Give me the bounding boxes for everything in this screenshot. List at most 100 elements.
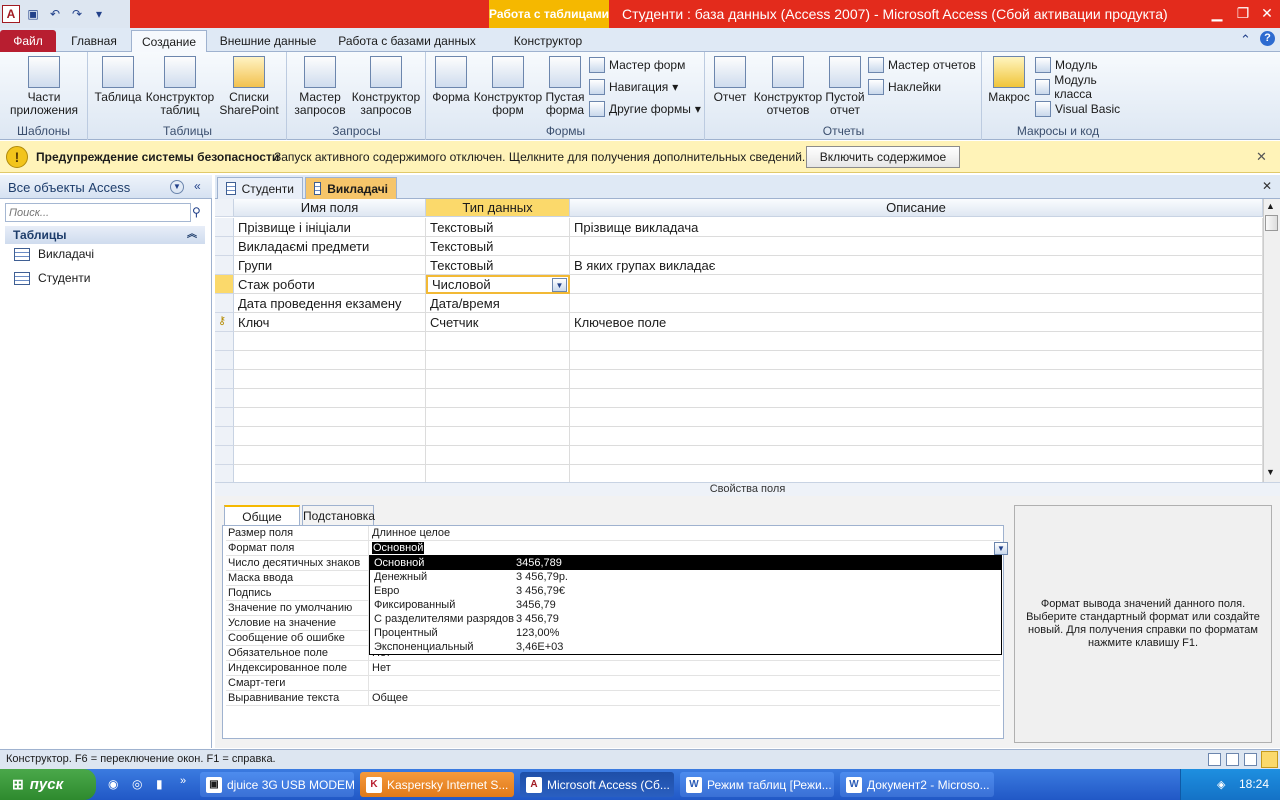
application-parts-button[interactable]: Части приложения bbox=[6, 56, 82, 117]
tab-database-tools[interactable]: Работа с базами данных bbox=[330, 30, 484, 52]
row-selector-current[interactable] bbox=[215, 275, 234, 294]
close-document-icon[interactable]: ✕ bbox=[1262, 179, 1272, 193]
report-design-button[interactable]: Конструктор отчетов bbox=[752, 56, 824, 117]
format-field-value[interactable]: Основной bbox=[372, 542, 425, 554]
property-row[interactable]: Формат поля Основной bbox=[226, 541, 1000, 556]
clock[interactable]: 18:24 bbox=[1239, 777, 1269, 791]
report-wizard-button[interactable]: Мастер отчетов bbox=[868, 56, 976, 74]
data-type-cell[interactable]: Счетчик bbox=[426, 313, 570, 332]
nav-pane-title[interactable]: Все объекты Access bbox=[8, 180, 130, 195]
tab-home[interactable]: Главная bbox=[62, 30, 126, 52]
chevron-down-icon[interactable]: ▼ bbox=[170, 180, 184, 194]
data-type-cell[interactable]: Текстовый bbox=[426, 256, 570, 275]
doc-tab-vykladachi[interactable]: Викладачі bbox=[305, 177, 397, 199]
vertical-scrollbar[interactable]: ▲ ▼ bbox=[1263, 199, 1280, 482]
description-cell[interactable] bbox=[570, 275, 1263, 294]
show-desktop-icon[interactable]: ◉ bbox=[108, 777, 118, 791]
description-cell[interactable] bbox=[570, 294, 1263, 313]
format-option[interactable]: Евро 3 456,79€ bbox=[370, 584, 1001, 598]
form-wizard-button[interactable]: Мастер форм bbox=[589, 56, 685, 74]
format-option[interactable]: Экспоненциальный 3,46E+03 bbox=[370, 640, 1001, 654]
row-selector[interactable] bbox=[215, 256, 234, 275]
chrome-icon[interactable]: ◎ bbox=[132, 777, 142, 791]
format-option[interactable]: Процентный 123,00% bbox=[370, 626, 1001, 640]
tab-external-data[interactable]: Внешние данные bbox=[212, 30, 324, 52]
data-type-select[interactable]: Числовой bbox=[426, 275, 570, 294]
security-warning-message[interactable]: Запуск активного содержимого отключен. Щ… bbox=[274, 150, 805, 164]
taskbar-item-modem[interactable]: ▣ djuice 3G USB MODEM bbox=[200, 772, 354, 797]
minimize-ribbon-icon[interactable]: ⌃ bbox=[1240, 32, 1251, 48]
search-icon[interactable]: ⚲ bbox=[192, 205, 201, 219]
tab-file[interactable]: Файл bbox=[0, 30, 56, 52]
pivotchart-view-icon[interactable] bbox=[1244, 753, 1257, 766]
visual-basic-button[interactable]: Visual Basic bbox=[1035, 100, 1120, 118]
doc-tab-studenty[interactable]: Студенти bbox=[217, 177, 303, 199]
property-row[interactable]: Размер поля Длинное целое bbox=[226, 526, 1000, 541]
field-name-cell[interactable]: Групи bbox=[234, 256, 426, 275]
format-option[interactable]: Основной 3456,789 bbox=[370, 556, 1001, 570]
taskbar-item-access[interactable]: A Microsoft Access (Сб... bbox=[520, 772, 674, 797]
table-design-button[interactable]: Конструктор таблиц bbox=[144, 56, 216, 117]
minimize-button[interactable]: ▁ bbox=[1204, 2, 1230, 24]
description-cell[interactable]: Прізвище викладача bbox=[570, 218, 1263, 237]
tab-create[interactable]: Создание bbox=[131, 30, 207, 52]
query-design-button[interactable]: Конструктор запросов bbox=[350, 56, 422, 117]
pivottable-view-icon[interactable] bbox=[1226, 753, 1239, 766]
table-button[interactable]: Таблица bbox=[94, 56, 142, 104]
navigation-button[interactable]: Навигация ▾ bbox=[589, 78, 678, 96]
close-icon[interactable]: ✕ bbox=[1256, 149, 1267, 165]
undo-icon[interactable]: ↶ bbox=[46, 5, 64, 23]
data-type-cell[interactable]: Дата/время bbox=[426, 294, 570, 313]
customize-qat-icon[interactable]: ▾ bbox=[90, 5, 108, 23]
field-name-cell[interactable]: Стаж роботи bbox=[234, 275, 426, 294]
format-option[interactable]: С разделителями разрядов 3 456,79 bbox=[370, 612, 1001, 626]
row-selector[interactable]: ⚷ bbox=[215, 313, 234, 332]
taskbar-item-kaspersky[interactable]: K Kaspersky Internet S... bbox=[360, 772, 514, 797]
design-view-icon[interactable] bbox=[1261, 751, 1278, 768]
data-type-cell[interactable]: Текстовый bbox=[426, 237, 570, 256]
field-name-cell[interactable]: Прізвище і ініціали bbox=[234, 218, 426, 237]
more-icon[interactable]: » bbox=[180, 775, 186, 787]
description-cell[interactable]: В яких групах викладає bbox=[570, 256, 1263, 275]
field-name-cell[interactable]: Дата проведення екзамену bbox=[234, 294, 426, 313]
row-selector[interactable] bbox=[215, 218, 234, 237]
form-design-button[interactable]: Конструктор форм bbox=[473, 56, 543, 117]
report-button[interactable]: Отчет bbox=[710, 56, 750, 104]
nav-pane-header[interactable]: Все объекты Access ▼ « bbox=[0, 175, 212, 199]
scroll-down-icon[interactable]: ▼ bbox=[1266, 467, 1275, 477]
blank-report-button[interactable]: Пустой отчет bbox=[824, 56, 866, 117]
enable-content-button[interactable]: Включить содержимое bbox=[806, 146, 960, 168]
row-selector[interactable] bbox=[215, 237, 234, 256]
tab-lookup[interactable]: Подстановка bbox=[302, 505, 375, 525]
description-cell[interactable] bbox=[570, 237, 1263, 256]
scroll-up-icon[interactable]: ▲ bbox=[1266, 201, 1275, 211]
taskbar-item-word-document[interactable]: W Документ2 - Microso... bbox=[840, 772, 994, 797]
chevron-down-icon[interactable]: ▼ bbox=[994, 542, 1008, 555]
more-forms-button[interactable]: Другие формы ▾ bbox=[589, 100, 701, 118]
property-row[interactable]: Смарт-теги bbox=[226, 676, 1000, 691]
redo-icon[interactable]: ↷ bbox=[68, 5, 86, 23]
tab-design[interactable]: Конструктор bbox=[500, 30, 596, 52]
property-row[interactable]: Индексированное поле Нет bbox=[226, 661, 1000, 676]
query-wizard-button[interactable]: Мастер запросов bbox=[292, 56, 348, 117]
nav-item-vykladachi[interactable]: Викладачі bbox=[14, 247, 94, 261]
description-cell[interactable]: Ключевое поле bbox=[570, 313, 1263, 332]
save-icon[interactable]: ▣ bbox=[24, 5, 42, 23]
tray-icon[interactable]: ◈ bbox=[1217, 778, 1225, 791]
taskbar-item-word-tables[interactable]: W Режим таблиц [Режи... bbox=[680, 772, 834, 797]
property-row[interactable]: Выравнивание текста Общее bbox=[226, 691, 1000, 706]
chevron-up-icon[interactable]: ︽ bbox=[187, 226, 197, 244]
tab-general[interactable]: Общие bbox=[224, 505, 300, 525]
nav-search-input[interactable] bbox=[5, 203, 191, 222]
module-button[interactable]: Модуль bbox=[1035, 56, 1098, 74]
maximize-button[interactable]: ❐ bbox=[1230, 2, 1256, 24]
datasheet-view-icon[interactable] bbox=[1208, 753, 1221, 766]
labels-button[interactable]: Наклейки bbox=[868, 78, 941, 96]
close-window-button[interactable]: ✕ bbox=[1254, 2, 1280, 24]
blank-form-button[interactable]: Пустая форма bbox=[543, 56, 587, 117]
collapse-pane-icon[interactable]: « bbox=[194, 179, 201, 193]
access-app-icon[interactable]: A bbox=[2, 5, 20, 23]
start-button[interactable]: ⊞ пуск bbox=[0, 769, 96, 800]
row-selector[interactable] bbox=[215, 294, 234, 313]
field-name-cell[interactable]: Ключ bbox=[234, 313, 426, 332]
